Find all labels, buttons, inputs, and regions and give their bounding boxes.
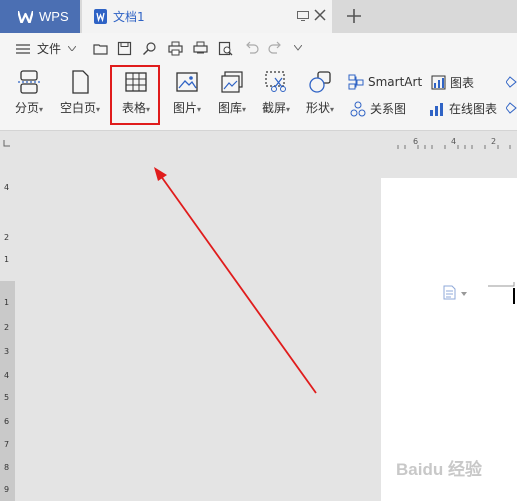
chart-button[interactable]: 图表 — [431, 74, 474, 91]
smartart-label: SmartArt — [368, 75, 423, 89]
relation-chart-label: 关系图 — [370, 102, 407, 116]
print-preview-icon[interactable] — [218, 41, 233, 56]
screenshot-scissors-icon — [265, 71, 286, 92]
screenshot-button[interactable]: 截屏▾ — [256, 70, 296, 126]
new-tab-plus-icon[interactable] — [346, 8, 362, 24]
vruler-number: 8 — [4, 463, 10, 472]
relation-chart-icon — [350, 101, 366, 116]
online-chart-button[interactable]: 在线图表 — [429, 100, 497, 117]
picture-button[interactable]: 图片▾ — [168, 70, 206, 126]
close-icon[interactable] — [314, 9, 326, 21]
window-icon[interactable] — [297, 11, 309, 21]
highlight-box — [110, 65, 160, 125]
vruler-number: 1 — [4, 255, 10, 264]
document-tab[interactable]: 文档1 — [82, 0, 332, 33]
baidu-watermark: Baidu 经验 — [396, 460, 482, 479]
screenshot-label: 截屏 — [261, 101, 286, 115]
vruler-number: 6 — [4, 417, 10, 426]
ruler-tick-6: 6 — [413, 137, 419, 146]
undo-icon[interactable] — [244, 41, 259, 56]
page-corner-marker — [488, 282, 515, 304]
menu-hamburger-icon[interactable] — [16, 44, 30, 54]
vruler-number: 3 — [4, 347, 10, 356]
gallery-label: 图库 — [217, 101, 242, 115]
shapes-icon — [309, 71, 331, 93]
bar-chart-icon — [431, 75, 446, 90]
chevron-down-icon[interactable] — [68, 46, 76, 51]
vruler-number: 4 — [4, 371, 10, 380]
vruler-number: 1 — [4, 298, 10, 307]
open-folder-icon[interactable] — [93, 41, 108, 56]
ruler-tick-2: 2 — [491, 137, 497, 146]
blank-page-icon — [72, 70, 89, 94]
wps-logo-icon — [18, 10, 33, 23]
relation-chart-button[interactable]: 关系图 — [350, 100, 406, 117]
shapes-label: 形状 — [305, 101, 330, 115]
insert-ribbon: 分页▾ 空白页▾ 表格▾ 图片▾ 图库▾ 截屏▾ 形状▾ SmartArt 关系… — [0, 64, 517, 131]
vruler-number: 7 — [4, 440, 10, 449]
chevron-down-icon[interactable] — [461, 292, 467, 296]
gallery-icon — [221, 71, 243, 93]
title-bar: WPS 文档1 — [0, 0, 517, 33]
picture-icon — [176, 72, 198, 92]
shapes-button[interactable]: 形状▾ — [300, 70, 340, 126]
wps-tab-label: WPS — [39, 9, 69, 24]
vruler-number: 2 — [4, 233, 10, 242]
vruler-number: 4 — [4, 183, 10, 192]
find-icon[interactable] — [142, 41, 157, 56]
page-break-icon — [18, 70, 40, 94]
print-icon[interactable] — [168, 41, 183, 56]
more-tools-icon-2[interactable] — [506, 100, 517, 116]
quick-print-icon[interactable] — [193, 41, 208, 56]
document-tab-label: 文档1 — [113, 10, 145, 24]
vertical-ruler: 4 2 1 1 2 3 4 5 6 7 8 9 — [0, 155, 15, 501]
chart-label: 图表 — [450, 76, 475, 90]
paste-options-icon[interactable] — [443, 285, 456, 300]
vruler-number: 9 — [4, 485, 10, 494]
more-tools-icon[interactable] — [506, 74, 517, 90]
document-page[interactable] — [381, 178, 517, 501]
blank-page-label: 空白页 — [59, 101, 96, 115]
smartart-icon — [348, 74, 364, 90]
menu-bar: 文件 — [0, 33, 517, 64]
vruler-number: 2 — [4, 323, 10, 332]
word-doc-icon — [94, 9, 107, 24]
horizontal-ruler — [3, 140, 511, 149]
online-chart-icon — [430, 102, 443, 116]
wps-home-tab[interactable]: WPS — [0, 0, 80, 33]
gallery-button[interactable]: 图库▾ — [212, 70, 252, 126]
file-menu[interactable]: 文件 — [37, 40, 61, 57]
page-break-label: 分页 — [14, 101, 39, 115]
smartart-button[interactable]: SmartArt — [348, 74, 422, 90]
quick-access-dropdown-icon[interactable] — [294, 45, 302, 51]
vruler-number: 5 — [4, 393, 10, 402]
ruler-tick-4: 4 — [451, 137, 457, 146]
page-break-button[interactable]: 分页▾ — [10, 70, 48, 126]
save-icon[interactable] — [117, 41, 132, 56]
redo-icon[interactable] — [268, 41, 283, 56]
online-chart-label: 在线图表 — [449, 102, 498, 116]
blank-page-button[interactable]: 空白页▾ — [56, 70, 104, 126]
picture-label: 图片 — [172, 101, 197, 115]
